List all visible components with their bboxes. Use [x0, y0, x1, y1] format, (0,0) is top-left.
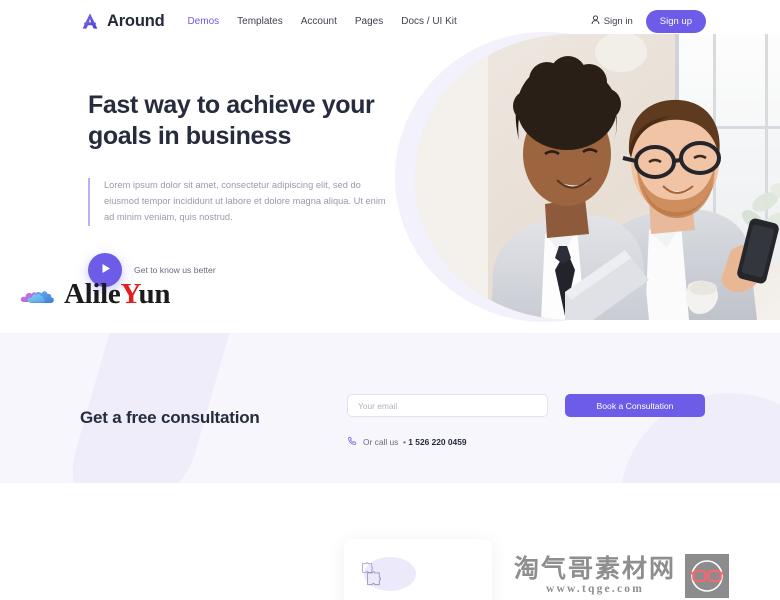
brand-name: Around	[107, 11, 165, 30]
sign-in-button[interactable]: Sign in	[591, 12, 633, 30]
call-us-row: Or call us • 1 526 220 0459	[347, 433, 467, 451]
nav-link-demos[interactable]: Demos	[187, 16, 219, 27]
consultation-form: Book a Consultation	[347, 394, 705, 417]
sign-in-label: Sign in	[603, 15, 633, 27]
hero-cta-label: Get to know us better	[134, 264, 216, 275]
hero-quote-text: Lorem ipsum dolor sit amet, consectetur …	[104, 180, 386, 222]
main-navbar: Around Demos Templates Account Pages Doc…	[0, 0, 780, 42]
letter-a-logo-icon	[80, 11, 100, 31]
consultation-section: Get a free consultation Book a Consultat…	[0, 333, 780, 483]
nav-link-pages[interactable]: Pages	[355, 16, 383, 27]
consultation-content: Get a free consultation Book a Consultat…	[0, 333, 780, 483]
hero-quote-block: Lorem ipsum dolor sit amet, consectetur …	[88, 178, 388, 226]
glasses-face-icon	[685, 554, 730, 598]
nav-link-account[interactable]: Account	[301, 16, 337, 27]
partner-name-prefix: Alile	[64, 278, 121, 310]
sign-up-button[interactable]: Sign up	[645, 9, 706, 33]
hero-content: Fast way to achieve your goals in busine…	[88, 90, 388, 287]
site-watermark: 淘气哥素材网 www.tqge.com	[514, 554, 730, 598]
watermark-site-name: 淘气哥素材网	[514, 554, 677, 584]
nav-actions: Sign in Sign up	[591, 9, 706, 33]
landing-page: Around Demos Templates Account Pages Doc…	[0, 0, 780, 600]
brand-logo[interactable]: Around	[80, 11, 165, 31]
call-us-separator: •	[403, 437, 406, 447]
hero-section: Around Demos Templates Account Pages Doc…	[0, 0, 780, 333]
feature-card[interactable]	[344, 539, 492, 600]
nav-link-docs-ui-kit[interactable]: Docs / UI Kit	[401, 16, 457, 27]
consultation-title: Get a free consultation	[80, 408, 260, 427]
user-icon	[591, 12, 600, 30]
book-consultation-button[interactable]: Book a Consultation	[565, 394, 705, 417]
phone-number[interactable]: 1 526 220 0459	[408, 437, 466, 447]
partner-name-accent: Y	[120, 278, 139, 310]
hero-image	[413, 34, 780, 320]
call-us-text: Or call us • 1 526 220 0459	[363, 437, 467, 447]
email-input[interactable]	[347, 394, 548, 417]
phone-icon	[347, 433, 357, 451]
watermark-text: 淘气哥素材网 www.tqge.com	[514, 556, 676, 596]
partner-logo: AlileYun	[20, 278, 170, 311]
hero-image-container	[395, 32, 780, 322]
puzzle-piece-icon	[360, 561, 394, 595]
cloud-icon	[20, 281, 56, 309]
hero-title: Fast way to achieve your goals in busine…	[88, 91, 375, 150]
watermark-site-url: www.tqge.com	[546, 583, 644, 596]
nav-link-templates[interactable]: Templates	[237, 16, 283, 27]
play-icon	[99, 262, 111, 277]
partner-name: AlileYun	[64, 278, 170, 311]
partner-name-suffix: un	[138, 278, 171, 310]
nav-links: Demos Templates Account Pages Docs / UI …	[187, 16, 456, 27]
call-us-prefix: Or call us	[363, 437, 399, 447]
